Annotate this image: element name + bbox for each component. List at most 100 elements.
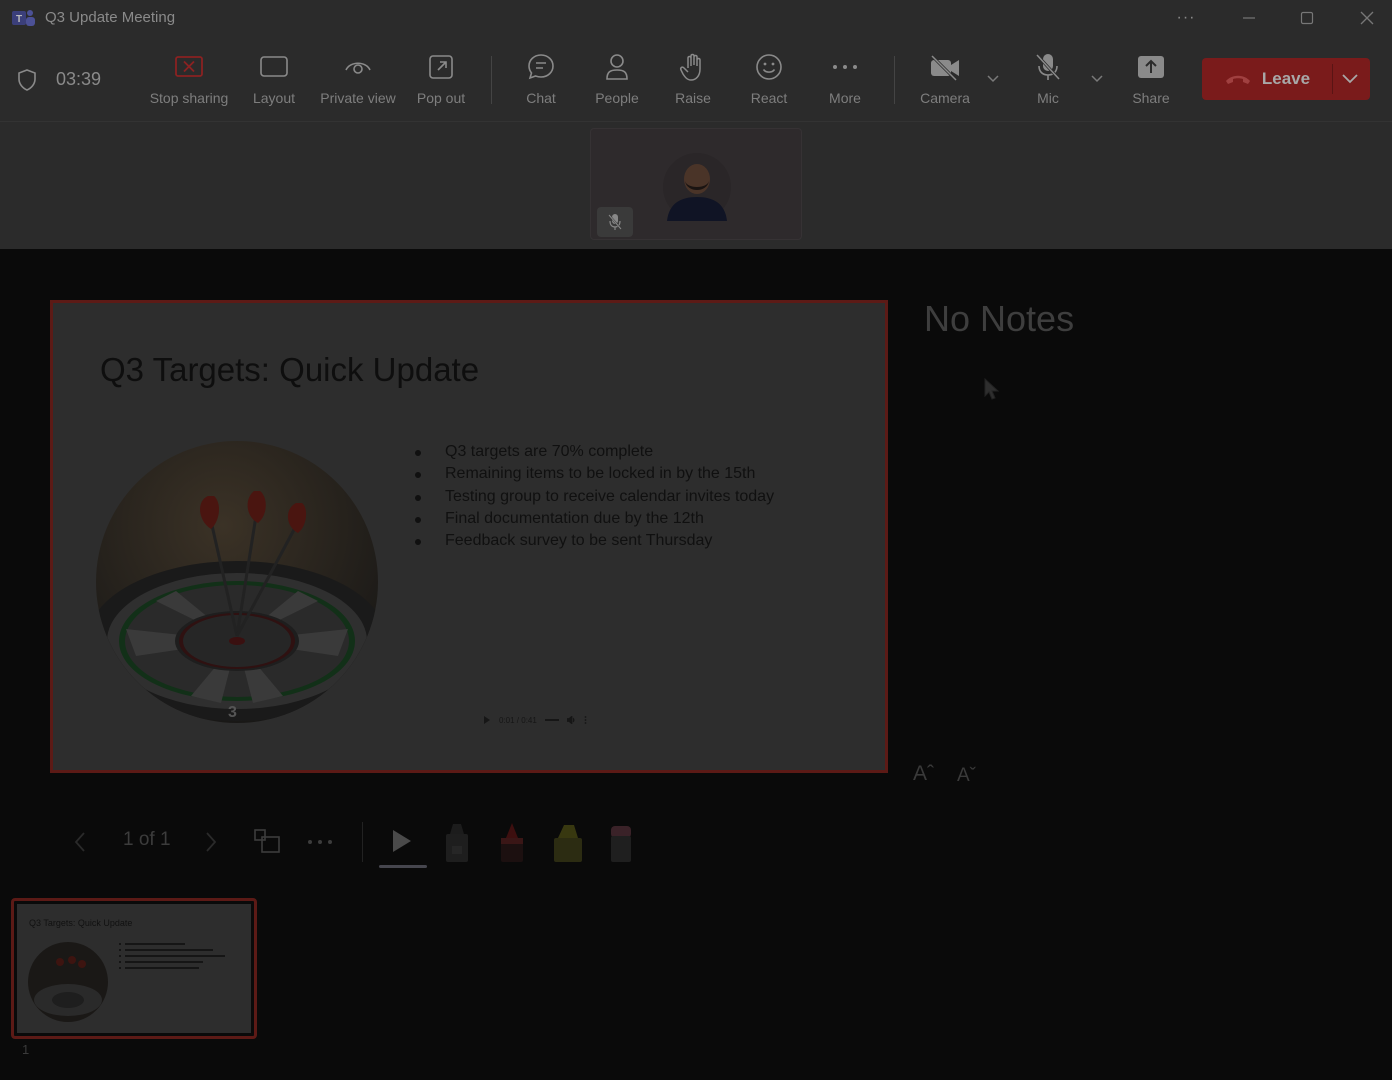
- share-tray-icon: [1138, 56, 1164, 78]
- bullet-text: Q3 targets are 70% complete: [445, 443, 654, 460]
- pen-red-icon[interactable]: [498, 822, 526, 864]
- bullet-item: Remaining items to be locked in by the 1…: [415, 463, 774, 485]
- camera-label: Camera: [920, 90, 970, 106]
- bullet-text: Testing group to receive calendar invite…: [445, 487, 775, 505]
- grid-view-icon[interactable]: [253, 828, 281, 854]
- decrease-notes-font-button[interactable]: Aˇ: [957, 765, 976, 787]
- minimize-icon: [1243, 17, 1255, 19]
- participant-muted-badge: [597, 207, 633, 237]
- ellipsis-icon: ···: [1176, 9, 1196, 26]
- pop-out-button[interactable]: Pop out: [413, 50, 469, 112]
- slide-more-ellipsis-icon[interactable]: [306, 838, 334, 846]
- chat-icon: [528, 54, 554, 80]
- bullet-dot: [415, 494, 421, 501]
- smiley-icon: [756, 54, 782, 80]
- title-bar: T Q3 Update Meeting ···: [0, 0, 1392, 38]
- previous-slide-chevron-left-icon[interactable]: [72, 830, 88, 854]
- audio-player: 0:01 / 0:41: [483, 713, 587, 727]
- camera-button[interactable]: Camera: [915, 50, 975, 112]
- controls-divider: [362, 822, 363, 862]
- leave-button-group: Leave: [1202, 58, 1370, 100]
- pen-black-icon[interactable]: [443, 822, 471, 864]
- dartboard-image: 3: [96, 441, 378, 723]
- stop-sharing-icon: [175, 56, 203, 77]
- teams-logo-icon: T: [12, 10, 35, 26]
- bullet-item: Final documentation due by the 12th: [415, 508, 774, 530]
- people-button[interactable]: People: [590, 50, 644, 112]
- audio-time: 0:01 / 0:41: [499, 715, 537, 725]
- more-label: More: [829, 90, 861, 106]
- maximize-icon: [1300, 11, 1314, 25]
- bullet-item: Feedback survey to be sent Thursday: [415, 530, 774, 552]
- bullet-dot: [415, 539, 421, 546]
- svg-text:T: T: [16, 14, 22, 25]
- stop-sharing-button[interactable]: Stop sharing: [147, 50, 231, 112]
- leave-button[interactable]: Leave: [1202, 58, 1332, 100]
- leave-label: Leave: [1261, 69, 1311, 88]
- slide-thumbnail-number: 1: [22, 1042, 30, 1057]
- mic-off-icon: [608, 214, 622, 230]
- play-icon[interactable]: [483, 716, 491, 724]
- laser-pointer-icon[interactable]: [390, 828, 414, 854]
- speaker-notes: No Notes: [924, 298, 1075, 339]
- bullet-dot: [415, 472, 421, 479]
- minimize-button[interactable]: [1226, 6, 1272, 30]
- toolbar-divider: [491, 56, 492, 104]
- slide-title: Q3 Targets: Quick Update: [100, 351, 480, 388]
- camera-options-chevron-down-icon[interactable]: [985, 70, 1001, 86]
- eye-icon: [345, 62, 371, 74]
- audio-more-icon[interactable]: [584, 716, 587, 724]
- eraser-icon[interactable]: [608, 822, 634, 864]
- slide-bullet-list: Q3 targets are 70% complete Remaining it…: [415, 441, 775, 552]
- stop-sharing-label: Stop sharing: [149, 90, 229, 106]
- bullet-dot: [415, 516, 421, 523]
- highlighter-yellow-icon[interactable]: [552, 822, 584, 864]
- bullet-text: Remaining items to be locked in by the 1…: [445, 465, 756, 483]
- hang-up-phone-icon: [1225, 75, 1250, 84]
- slide-counter: 1 of 1: [123, 829, 171, 850]
- mic-options-chevron-down-icon[interactable]: [1089, 70, 1105, 86]
- participant-video-tile[interactable]: [590, 128, 802, 240]
- leave-divider: [1332, 64, 1333, 94]
- layout-icon: [260, 56, 288, 77]
- pop-out-icon: [429, 55, 453, 79]
- maximize-button[interactable]: [1284, 6, 1330, 30]
- leave-options-chevron-down-icon[interactable]: [1340, 70, 1360, 88]
- window-more-button[interactable]: ···: [1163, 6, 1209, 30]
- dartboard-number: 3: [228, 704, 237, 721]
- meeting-timer: 03:39: [56, 69, 102, 89]
- react-label: React: [750, 90, 788, 106]
- bullet-item: Q3 targets are 70% complete: [415, 441, 774, 463]
- more-button[interactable]: More: [821, 50, 869, 112]
- share-button[interactable]: Share: [1127, 50, 1175, 112]
- layout-button[interactable]: Layout: [250, 50, 298, 112]
- volume-icon[interactable]: [566, 716, 576, 724]
- mic-button[interactable]: Mic: [1024, 50, 1072, 112]
- raise-label: Raise: [675, 90, 711, 106]
- toolbar-divider: [894, 56, 895, 104]
- layout-label: Layout: [252, 90, 296, 106]
- shield-icon[interactable]: [16, 68, 38, 92]
- raise-hand-button[interactable]: Raise: [668, 50, 718, 112]
- private-view-label: Private view: [320, 90, 396, 106]
- increase-notes-font-button[interactable]: Aˆ: [913, 762, 934, 786]
- people-label: People: [595, 90, 639, 106]
- slide-thumbnail-title: Q3 Targets: Quick Update: [29, 918, 133, 928]
- current-slide: Q3 Targets: Quick Update 3 Q3 targets ar…: [50, 300, 888, 773]
- share-label: Share: [1132, 90, 1170, 106]
- mouse-cursor-icon: [984, 378, 1000, 400]
- audio-progress-slider[interactable]: [544, 718, 559, 722]
- next-slide-chevron-right-icon[interactable]: [203, 830, 219, 854]
- react-button[interactable]: React: [745, 50, 793, 112]
- slide-thumbnail-image: [28, 942, 108, 1022]
- bullet-item: Testing group to receive calendar invite…: [415, 486, 775, 508]
- close-window-button[interactable]: [1344, 6, 1390, 30]
- slide-thumbnail[interactable]: Q3 Targets: Quick Update: [11, 898, 257, 1039]
- people-icon: [606, 54, 628, 80]
- hand-icon: [680, 53, 701, 81]
- chat-button[interactable]: Chat: [516, 50, 566, 112]
- window-title: Q3 Update Meeting: [45, 9, 176, 26]
- participant-strip: [0, 122, 1392, 249]
- private-view-button[interactable]: Private view: [318, 50, 398, 112]
- pointer-selected-indicator: [379, 865, 427, 868]
